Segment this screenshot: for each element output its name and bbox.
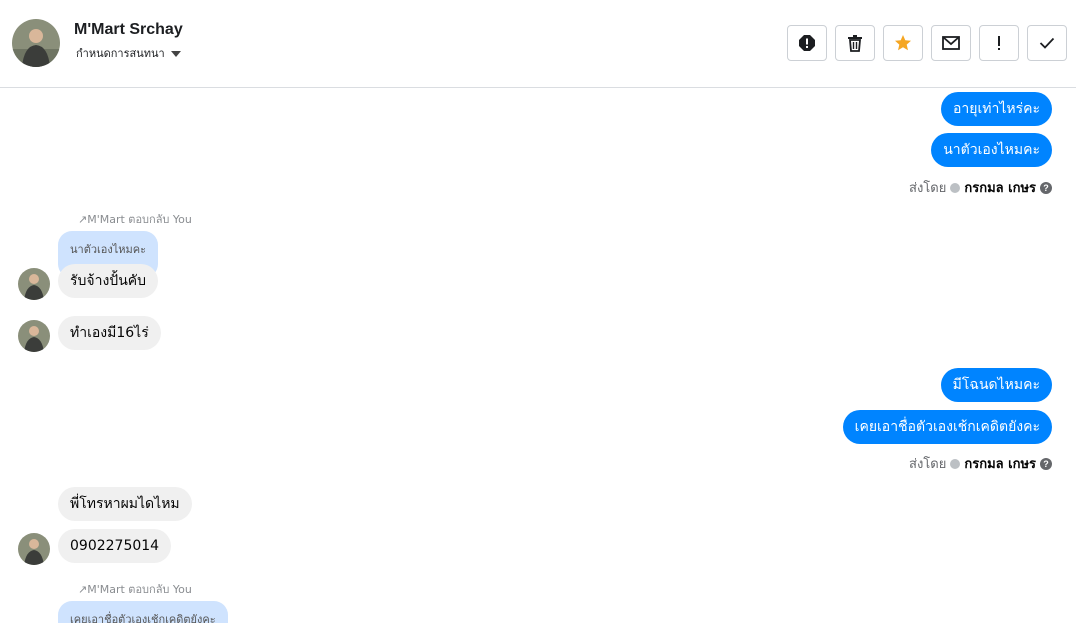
mark-unread-button[interactable] bbox=[931, 25, 971, 61]
contact-avatar-small[interactable] bbox=[18, 533, 50, 565]
outgoing-message[interactable]: นาตัวเองไหมคะ bbox=[931, 133, 1052, 167]
contact-name[interactable]: M'Mart Srchay bbox=[74, 21, 183, 39]
incoming-message[interactable]: 0902275014 bbox=[58, 529, 172, 563]
conversation-header: M'Mart Srchay กำหนดการสนทนา bbox=[0, 0, 1076, 88]
help-icon[interactable]: ? bbox=[1040, 181, 1052, 194]
trash-icon bbox=[848, 35, 862, 52]
envelope-icon bbox=[942, 36, 960, 50]
message-thread[interactable]: อายุเท่าไหร่คะ นาตัวเองไหมคะ ส่งโดย กรกม… bbox=[0, 89, 1076, 623]
mark-spam-button[interactable] bbox=[787, 25, 827, 61]
delete-button[interactable] bbox=[835, 25, 875, 61]
sent-by-prefix: ส่งโดย bbox=[909, 181, 947, 196]
incoming-message[interactable]: พี่โทรหาผมไดไหม bbox=[58, 487, 192, 521]
mark-done-button[interactable] bbox=[1027, 25, 1067, 61]
outgoing-message[interactable]: อายุเท่าไหร่คะ bbox=[940, 92, 1052, 126]
sender-name[interactable]: กรกมล เกษร bbox=[964, 177, 1036, 198]
sent-by-line: ส่งโดย กรกมล เกษร ? bbox=[909, 453, 1052, 474]
reply-note: ↗M'Mart ตอบกลับ You bbox=[78, 213, 192, 226]
contact-avatar-small[interactable] bbox=[18, 268, 50, 300]
help-icon[interactable]: ? bbox=[1040, 457, 1052, 470]
sender-name[interactable]: กรกมล เกษร bbox=[964, 453, 1036, 474]
sender-dot-icon bbox=[950, 182, 961, 193]
outgoing-message[interactable]: เคยเอาชื่อตัวเองเช้กเคดิตยังคะ bbox=[842, 410, 1052, 444]
sent-by-prefix: ส่งโดย bbox=[909, 457, 947, 472]
check-icon bbox=[1039, 37, 1055, 49]
sent-by-line: ส่งโดย กรกมล เกษร ? bbox=[909, 177, 1052, 198]
outgoing-message[interactable]: มีโฉนดไหมคะ bbox=[940, 368, 1052, 402]
quoted-message[interactable]: เคยเอาชื่อตัวเองเช้กเคดิตยังคะ bbox=[58, 601, 228, 623]
caret-down-icon bbox=[170, 50, 181, 57]
action-toolbar bbox=[787, 25, 1067, 61]
spam-alert-icon bbox=[799, 35, 815, 51]
star-button[interactable] bbox=[883, 25, 923, 61]
contact-avatar-small[interactable] bbox=[18, 320, 50, 352]
follow-up-button[interactable] bbox=[979, 25, 1019, 61]
exclamation-icon bbox=[998, 36, 1000, 50]
label-dropdown-text: กำหนดการสนทนา bbox=[76, 47, 165, 60]
reply-note: ↗M'Mart ตอบกลับ You bbox=[78, 583, 192, 596]
incoming-message[interactable]: รับจ้างปั้นคับ bbox=[58, 264, 159, 298]
label-dropdown[interactable]: กำหนดการสนทนา bbox=[76, 44, 181, 62]
star-icon bbox=[895, 35, 911, 51]
contact-avatar[interactable] bbox=[12, 19, 60, 67]
sender-dot-icon bbox=[950, 458, 961, 469]
incoming-message[interactable]: ทำเองมี16ไร่ bbox=[58, 316, 161, 350]
